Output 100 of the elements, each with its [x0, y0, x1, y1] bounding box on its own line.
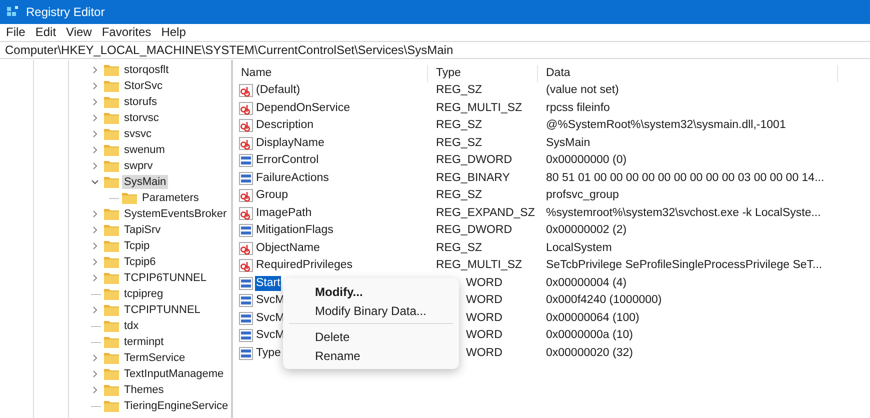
value-data: SysMain [545, 136, 590, 151]
menu-item[interactable]: File [6, 25, 26, 40]
chevron-right-icon[interactable] [91, 114, 99, 122]
value-data: SeTcbPrivilege SeProfileSingleProcessPrivilege SeT... [545, 258, 822, 274]
tree-item[interactable]: TextInputManageme [122, 367, 226, 381]
value-name[interactable]: DisplayName [255, 136, 326, 151]
tree-item[interactable]: swenum [122, 143, 167, 157]
value-type: REG_DWORD [435, 153, 514, 168]
value-name[interactable]: Group [255, 188, 289, 204]
chevron-right-icon[interactable] [91, 162, 99, 170]
menu-item[interactable]: Help [161, 25, 186, 40]
binary-value-icon [239, 312, 253, 325]
tree-item[interactable]: tcpipreg [122, 287, 166, 301]
value-type: WORD [465, 310, 504, 326]
binary-value-icon [239, 224, 253, 238]
chevron-right-icon[interactable] [91, 226, 99, 234]
tree-item[interactable]: terminpt [122, 335, 166, 349]
value-name[interactable]: RequiredPrivileges [255, 258, 354, 274]
context-menu-item[interactable]: Delete [287, 327, 455, 346]
tree-item[interactable]: Tcpip [122, 239, 152, 253]
chevron-right-icon[interactable] [91, 306, 99, 314]
value-data: 80 51 01 00 00 00 00 00 00 00 00 00 03 00 00 00 14... [545, 170, 824, 186]
value-name[interactable]: Start [255, 276, 282, 291]
value-name[interactable]: Type [255, 346, 282, 361]
value-data: 0x00000002 (2) [545, 223, 627, 238]
column-header[interactable]: Name [233, 65, 428, 82]
context-menu-item[interactable]: Rename [287, 346, 455, 365]
value-name[interactable]: ImagePath [255, 206, 313, 221]
folder-icon [104, 400, 119, 412]
tree-item[interactable]: TermService [122, 351, 188, 365]
tree-item[interactable]: Themes [122, 383, 166, 397]
tree-item[interactable]: Parameters [140, 191, 201, 205]
chevron-right-icon[interactable] [91, 82, 99, 90]
value-name[interactable]: ObjectName [255, 240, 321, 256]
folder-icon [104, 272, 119, 284]
value-type: REG_DWORD [435, 223, 514, 238]
column-header[interactable]: Type [428, 65, 538, 82]
menu-item[interactable]: Favorites [102, 25, 152, 40]
value-type: REG_MULTI_SZ [435, 258, 524, 274]
folder-icon [104, 160, 119, 172]
value-name[interactable]: Description [255, 118, 315, 134]
string-value-icon [239, 119, 253, 132]
tree-item[interactable]: StorSvc [122, 79, 165, 93]
chevron-right-icon[interactable] [91, 258, 99, 266]
value-data: LocalSystem [545, 240, 612, 256]
string-value-icon [239, 206, 253, 220]
tree-item[interactable]: TCPIPTUNNEL [122, 303, 202, 317]
value-data: rpcss fileinfo [545, 100, 610, 116]
tree-item[interactable]: TapiSrv [122, 223, 163, 237]
value-data: (value not set) [545, 83, 619, 98]
chevron-right-icon[interactable] [91, 242, 99, 250]
value-type: REG_MULTI_SZ [435, 100, 524, 116]
tree-item[interactable]: TieringEngineService [122, 399, 230, 413]
menu-item[interactable]: View [66, 25, 92, 40]
context-menu-item[interactable]: Modify... [287, 282, 455, 301]
tree-item[interactable]: Tcpip6 [122, 255, 158, 269]
tree-item[interactable]: storqosflt [122, 63, 171, 77]
value-name[interactable]: DependOnService [255, 100, 351, 116]
value-data: 0x0000000a (10) [545, 328, 633, 344]
binary-value-icon [239, 276, 253, 290]
folder-icon [104, 320, 119, 332]
tree-item[interactable]: svsvc [122, 127, 154, 141]
menu-item[interactable]: Edit [35, 25, 56, 40]
value-data: 0x000f4240 (1000000) [545, 293, 662, 308]
context-menu-item[interactable]: Modify Binary Data... [287, 301, 455, 320]
folder-icon [104, 240, 119, 252]
value-type: REG_SZ [435, 136, 484, 151]
chevron-right-icon[interactable] [91, 354, 99, 362]
tree-item[interactable]: SystemEventsBroker [122, 207, 229, 221]
address-bar[interactable]: Computer\HKEY_LOCAL_MACHINE\SYSTEM\CurrentControlSet\Services\SysMain [0, 41, 870, 59]
chevron-right-icon[interactable] [91, 386, 99, 394]
app-icon [6, 5, 20, 19]
value-name[interactable]: ErrorControl [255, 153, 320, 168]
value-type: REG_SZ [435, 118, 484, 134]
tree-item[interactable]: tdx [122, 319, 141, 333]
tree-item[interactable]: SysMain [122, 175, 168, 189]
chevron-right-icon[interactable] [91, 66, 99, 74]
value-type: REG_SZ [435, 240, 484, 256]
tree-item[interactable]: swprv [122, 159, 155, 173]
tree-item[interactable]: storufs [122, 95, 160, 109]
value-name[interactable]: FailureActions [255, 170, 330, 186]
value-name[interactable]: (Default) [255, 83, 302, 98]
folder-icon [104, 288, 119, 300]
folder-icon [104, 208, 119, 220]
chevron-right-icon[interactable] [91, 146, 99, 154]
chevron-right-icon[interactable] [91, 130, 99, 138]
chevron-down-icon[interactable] [91, 178, 99, 186]
tree-item[interactable]: storvsc [122, 111, 161, 125]
string-value-icon [239, 84, 253, 98]
column-header[interactable]: Data [538, 65, 838, 82]
chevron-right-icon[interactable] [91, 210, 99, 218]
tree-item[interactable]: TCPIP6TUNNEL [122, 271, 209, 285]
binary-value-icon [239, 154, 253, 168]
chevron-right-icon[interactable] [91, 370, 99, 378]
binary-value-icon [239, 329, 253, 342]
value-data: 0x00000020 (32) [545, 346, 633, 361]
chevron-right-icon[interactable] [91, 98, 99, 106]
value-name[interactable]: MitigationFlags [255, 223, 334, 238]
folder-icon [104, 144, 119, 156]
chevron-right-icon[interactable] [91, 274, 99, 282]
